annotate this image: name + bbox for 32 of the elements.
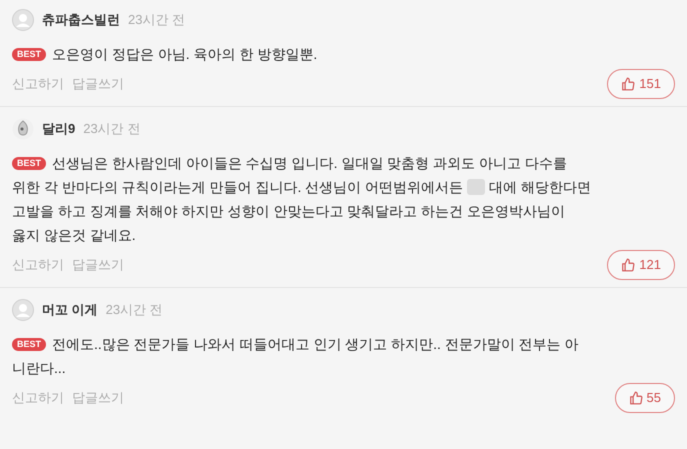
comment-text: 전에도..많은 전문가들 나와서 떠들어대고 인기 생기고 하지만.. 전문가말이 전부는 아: [52, 335, 579, 354]
best-badge: BEST: [12, 48, 46, 60]
comment-text: 옳지 않은것 같네요.: [12, 226, 136, 245]
blurred-word: [467, 179, 486, 195]
avatar-icon: [12, 299, 34, 321]
thumbs-up-icon: [621, 77, 636, 91]
comment-action-link[interactable]: 답글쓰기: [72, 388, 124, 408]
comment-action-link[interactable]: 답글쓰기: [72, 255, 124, 275]
comment-text: 위한 각 반마다의 규칙이라는게 만들어 집니다. 선생님이 어떤범위에서든: [12, 178, 464, 197]
avatar-icon: [12, 9, 34, 31]
comment-text: 선생님은 한사람인데 아이들은 수십명 입니다. 일대일 맞춤형 과외도 아니고 다수를: [52, 154, 567, 173]
like-button[interactable]: 121: [607, 250, 675, 280]
thumbs-up-icon: [621, 258, 636, 272]
author-name[interactable]: 달리9: [42, 119, 76, 139]
thumbs-up-icon: [628, 391, 643, 405]
comment-time: 23시간 전: [128, 11, 186, 30]
comment-text: 고발을 하고 징계를 처해야 하지만 성향이 안맞는다고 맞춰달라고 하는건 오은영박사님이: [12, 202, 566, 221]
like-button[interactable]: 151: [607, 69, 675, 99]
comment-time: 23시간 전: [106, 301, 163, 320]
author-name[interactable]: 츄파춥스빌런: [42, 10, 120, 30]
comment-time: 23시간 전: [83, 120, 140, 138]
comment-text: 니란다...: [12, 359, 66, 378]
best-badge: BEST: [12, 338, 46, 350]
comment-text: 오은영이 정답은 아님. 육아의 한 방향일뿐.: [52, 45, 318, 64]
comment-text: 대에 해당한다면: [489, 178, 592, 197]
best-badge: BEST: [12, 156, 46, 170]
author-name[interactable]: 머꼬 이게: [42, 300, 98, 320]
comment-action-link[interactable]: 신고하기: [12, 255, 64, 275]
comment-action-link[interactable]: 신고하기: [12, 74, 64, 94]
comment-action-link[interactable]: 신고하기: [12, 388, 64, 408]
comment-action-link[interactable]: 답글쓰기: [72, 74, 124, 94]
like-button[interactable]: 55: [614, 383, 675, 413]
